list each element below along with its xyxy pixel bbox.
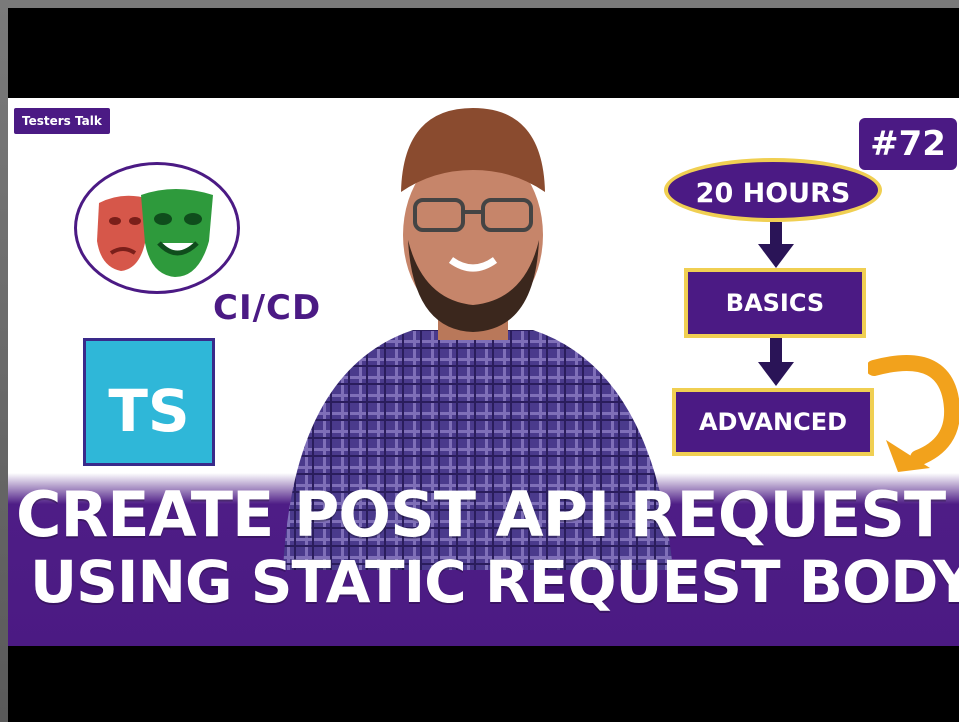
episode-badge: #72: [859, 118, 957, 170]
channel-badge: Testers Talk: [14, 108, 110, 134]
ts-label: TS: [108, 377, 190, 445]
video-player[interactable]: Testers Talk #72 CI/CD TS 20 HOURS BASIC…: [8, 8, 959, 722]
video-title-line-2: USING STATIC REQUEST BODY: [30, 548, 959, 616]
hours-pill: 20 HOURS: [664, 158, 882, 222]
down-arrow-icon: [758, 338, 794, 386]
video-thumbnail[interactable]: Testers Talk #72 CI/CD TS 20 HOURS BASIC…: [8, 98, 959, 646]
advanced-box: ADVANCED: [672, 388, 874, 456]
video-title-line-1: CREATE POST API REQUEST: [16, 478, 946, 551]
typescript-icon: TS: [83, 338, 215, 466]
playwright-masks-icon: [74, 162, 240, 294]
basics-box: BASICS: [684, 268, 866, 338]
down-arrow-icon: [758, 222, 794, 268]
curved-arrow-icon: [868, 355, 959, 472]
